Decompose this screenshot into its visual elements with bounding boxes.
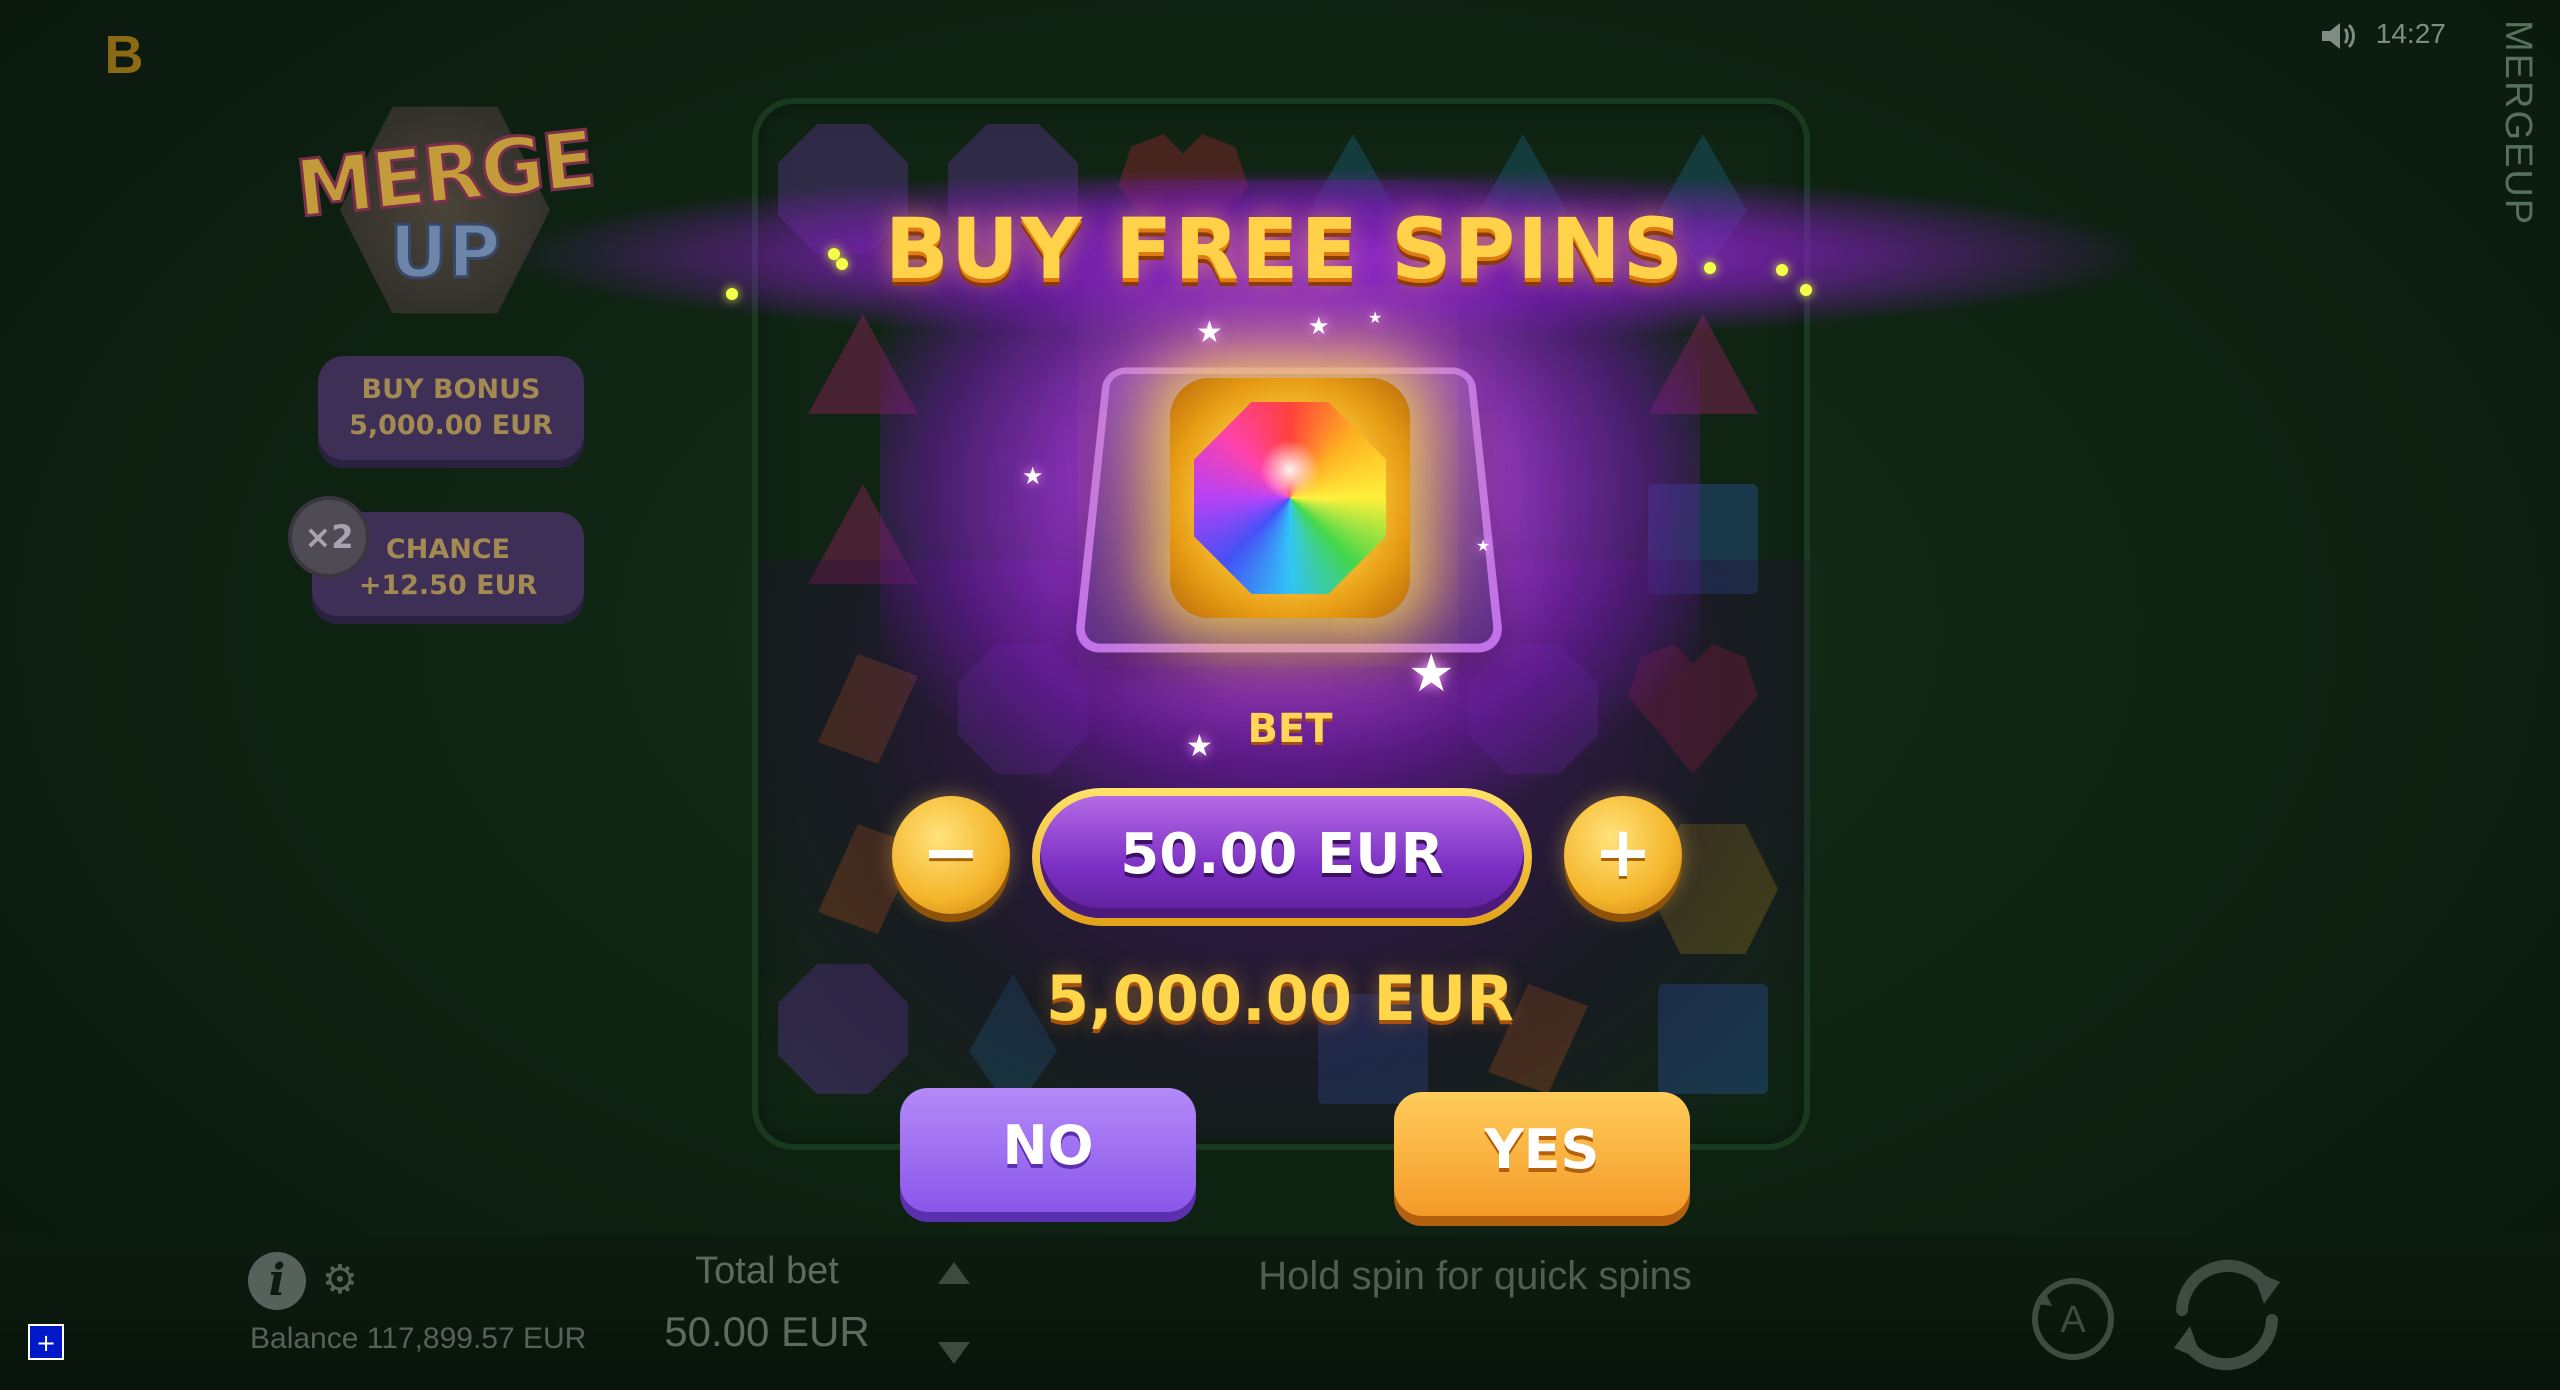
bet-up-arrow-icon[interactable] — [938, 1262, 970, 1284]
glow-dot — [1704, 262, 1716, 274]
chance-price: +12.50 EUR — [358, 570, 538, 601]
speaker-icon[interactable] — [2320, 20, 2358, 52]
game-side-title: MERGEUP — [2497, 20, 2539, 227]
modal-title: BUY FREE SPINS — [884, 200, 1686, 298]
sparkle-icon: ★ — [1476, 536, 1491, 555]
bet-value-field: 50.00 EUR — [1032, 788, 1532, 926]
sparkle-icon: ★ — [1308, 312, 1330, 340]
total-bet-label: Total bet — [695, 1250, 839, 1292]
bet-down-arrow-icon[interactable] — [938, 1342, 970, 1364]
sparkle-icon: ★ — [1196, 315, 1223, 350]
bet-value: 50.00 EUR — [1040, 796, 1524, 918]
buy-bonus-button[interactable]: BUY BONUS 5,000.00 EUR — [318, 356, 584, 468]
sparkle-icon: ★ — [1408, 644, 1455, 704]
gear-icon[interactable]: ⚙ — [322, 1258, 366, 1302]
brand-logo: B — [98, 26, 150, 84]
debug-toggle-button[interactable]: + — [28, 1324, 64, 1360]
increase-bet-button[interactable]: + — [1564, 796, 1682, 914]
chance-multiplier-badge: ×2 — [288, 496, 370, 578]
total-bet-value: 50.00 EUR — [664, 1308, 870, 1355]
sparkle-icon: ★ — [1368, 308, 1383, 327]
autoplay-button[interactable]: A — [2028, 1274, 2118, 1364]
glow-dot — [1800, 284, 1812, 296]
yes-button[interactable]: YES — [1394, 1092, 1690, 1216]
info-icon[interactable]: i — [248, 1252, 306, 1310]
spin-hint: Hold spin for quick spins — [1258, 1254, 1692, 1298]
no-button[interactable]: NO — [900, 1088, 1196, 1212]
buy-bonus-price: 5,000.00 EUR — [349, 410, 553, 441]
glow-dot — [726, 288, 738, 300]
glow-dot — [836, 258, 848, 270]
glow-dot — [1776, 264, 1788, 276]
sparkle-icon: ★ — [1022, 462, 1044, 490]
bet-label: BET — [1247, 706, 1333, 752]
buy-bonus-title: BUY BONUS — [361, 374, 541, 405]
buy-price: 5,000.00 EUR — [1046, 962, 1514, 1035]
spin-button[interactable] — [2160, 1248, 2294, 1382]
balance-text: Balance 117,899.57 EUR — [250, 1322, 587, 1355]
time-text: 14:27 — [2375, 18, 2446, 49]
autoplay-letter: A — [2060, 1299, 2086, 1341]
clock: 14:27 — [2320, 18, 2446, 52]
decrease-bet-button[interactable]: − — [892, 796, 1010, 914]
gem-shine — [1260, 440, 1320, 500]
